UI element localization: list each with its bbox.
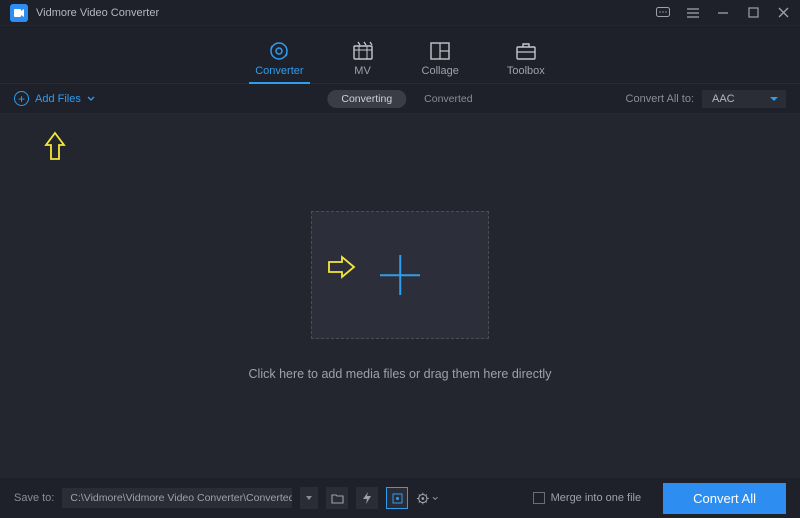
tab-label: Collage <box>422 65 459 77</box>
annotation-arrow-up <box>44 131 66 161</box>
annotation-arrow-right <box>326 255 356 279</box>
converter-icon <box>268 41 290 61</box>
footer: Save to: C:\Vidmore\Vidmore Video Conver… <box>0 478 800 518</box>
settings-button[interactable] <box>416 487 438 509</box>
tab-collage[interactable]: Collage <box>422 41 459 83</box>
plus-circle-icon: + <box>14 91 29 106</box>
feedback-icon[interactable] <box>656 6 670 20</box>
collage-icon <box>429 41 451 61</box>
main-area: Click here to add media files or drag th… <box>0 114 800 478</box>
subbar: + Add Files Converting Converted Convert… <box>0 84 800 114</box>
save-to-label: Save to: <box>14 492 54 504</box>
checkbox-icon <box>533 492 545 504</box>
merge-checkbox[interactable]: Merge into one file <box>533 492 642 504</box>
app-title: Vidmore Video Converter <box>36 7 656 19</box>
tab-converter[interactable]: Converter <box>255 41 303 83</box>
tab-label: Converter <box>255 65 303 77</box>
add-files-label: Add Files <box>35 93 81 105</box>
chevron-down-icon <box>87 96 95 102</box>
format-selected: AAC <box>712 93 735 105</box>
titlebar: Vidmore Video Converter <box>0 0 800 26</box>
save-path-dropdown[interactable] <box>300 487 318 509</box>
app-logo <box>10 4 28 22</box>
convert-all-to: Convert All to: AAC <box>626 90 786 108</box>
open-folder-button[interactable] <box>326 487 348 509</box>
high-speed-button[interactable] <box>386 487 408 509</box>
format-dropdown[interactable]: AAC <box>702 90 786 108</box>
add-files-button[interactable]: + Add Files <box>14 91 95 106</box>
tab-converted[interactable]: Converted <box>424 93 472 105</box>
menu-icon[interactable] <box>686 6 700 20</box>
plus-icon <box>380 255 420 295</box>
convert-all-to-label: Convert All to: <box>626 93 694 105</box>
close-icon[interactable] <box>776 6 790 20</box>
minimize-icon[interactable] <box>716 6 730 20</box>
hardware-accel-button[interactable] <box>356 487 378 509</box>
status-tabs: Converting Converted <box>327 90 472 108</box>
save-path-field[interactable]: C:\Vidmore\Vidmore Video Converter\Conve… <box>62 488 292 508</box>
window-controls <box>656 6 790 20</box>
mv-icon <box>352 41 374 61</box>
tab-toolbox[interactable]: Toolbox <box>507 41 545 83</box>
tab-label: MV <box>354 65 371 77</box>
merge-label: Merge into one file <box>551 492 642 504</box>
tab-label: Toolbox <box>507 65 545 77</box>
convert-all-button[interactable]: Convert All <box>663 483 786 514</box>
main-nav: Converter MV Collage Toolbox <box>0 26 800 84</box>
drop-hint-text: Click here to add media files or drag th… <box>249 367 552 381</box>
toolbox-icon <box>515 41 537 61</box>
tab-converting[interactable]: Converting <box>327 90 406 108</box>
maximize-icon[interactable] <box>746 6 760 20</box>
tab-mv[interactable]: MV <box>352 41 374 83</box>
